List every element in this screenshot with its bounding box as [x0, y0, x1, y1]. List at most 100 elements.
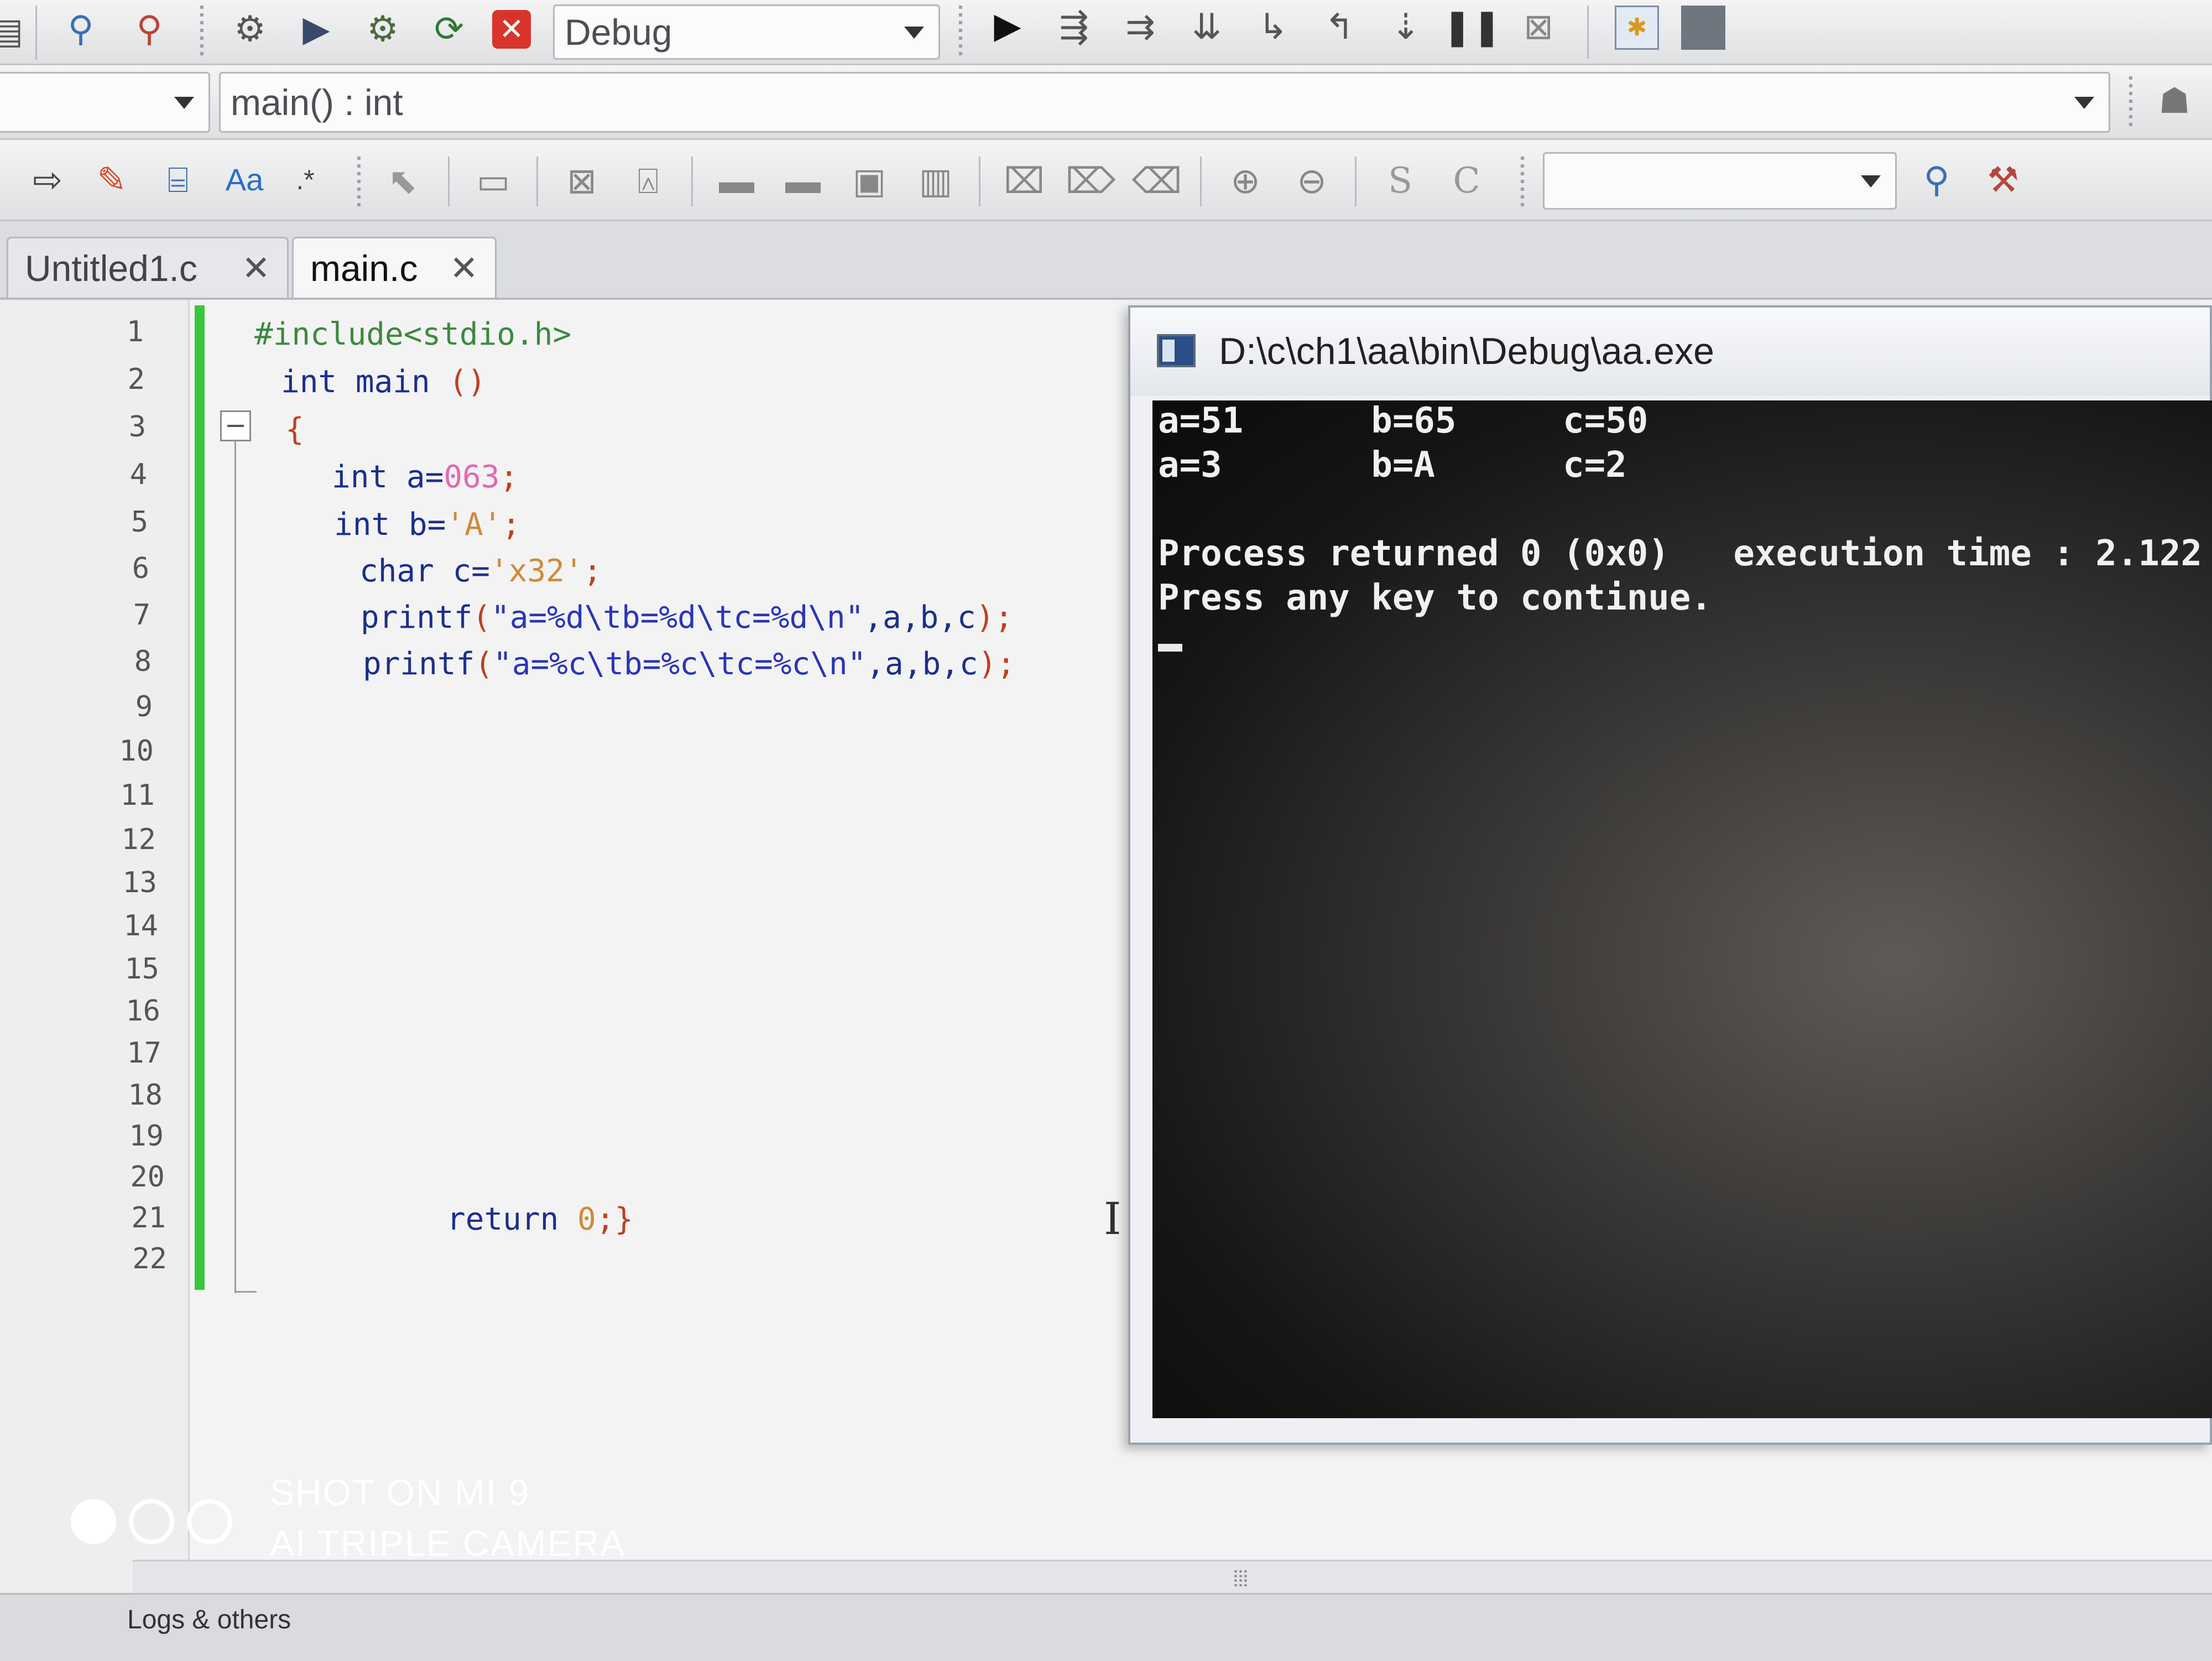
debug-windows-icon[interactable]: ✱ [1615, 6, 1659, 50]
code-token: ( [474, 646, 494, 682]
step-out-icon[interactable]: ↰ [1316, 3, 1363, 50]
code-token: 'A' [446, 507, 502, 543]
zoom-out-icon[interactable]: ⊖ [1288, 158, 1335, 204]
tab-main-c[interactable]: main.c ✕ [292, 237, 497, 298]
loop-block-icon[interactable]: ⍓ [625, 158, 671, 204]
line-number-gutter: 1 2 3 4 5 6 7 8 9 10 11 12 13 14 15 16 1… [0, 300, 190, 1594]
toolbar-editor: ⇨ ✎ ⌸ Aa .* ⬉ ▭ ⊠ ⍓ ▬ ▬ ▣ ▥ ⌧ ⌦ ⌫ ⊕ ⊖ S … [0, 140, 2212, 221]
line-number: 8 [134, 645, 152, 678]
toolbar-divider [979, 157, 980, 206]
for-block-icon[interactable]: ▣ [846, 158, 893, 204]
code-line-2: int main () [281, 364, 486, 400]
console-cursor [1158, 644, 1182, 652]
code-token: 'x32' [490, 553, 583, 589]
step-instruction-icon[interactable]: ⇣ [1383, 3, 1429, 50]
symbol-search-select[interactable] [1543, 152, 1897, 210]
code-token: ); [978, 646, 1016, 682]
horizontal-scrollbar[interactable]: ⦙⦙⦙ [133, 1560, 2212, 1595]
rebuild-icon[interactable]: ⟳ [426, 6, 472, 52]
match-case-icon[interactable]: Aa [221, 157, 268, 203]
camera-lens-icon [129, 1499, 174, 1544]
line-number: 9 [135, 690, 153, 723]
scope-select[interactable] [0, 72, 210, 133]
close-icon[interactable]: ✕ [450, 248, 478, 288]
build-target-select[interactable]: Debug [553, 4, 940, 60]
toolbar-divider [1200, 157, 1202, 206]
build-and-run-icon[interactable]: ⚙ [359, 6, 406, 52]
line-number: 16 [126, 994, 160, 1028]
settings-wrench-icon[interactable]: ⚒ [1980, 157, 2026, 203]
tab-untitled1[interactable]: Untitled1.c ✕ [7, 237, 289, 298]
return-block-icon[interactable]: ⌫ [1132, 158, 1182, 204]
find-icon[interactable]: ⚲ [1913, 157, 1960, 203]
function-select[interactable]: main() : int [219, 72, 2110, 133]
console-title-bar[interactable]: D:\c\ch1\aa\bin\Debug\aa.exe [1130, 308, 2210, 396]
select-pointer-icon[interactable]: ⬉ [379, 158, 426, 204]
various-info-icon[interactable] [1681, 6, 1725, 50]
pause-icon[interactable]: ❚❚ [1442, 3, 1501, 50]
code-token: 0 [559, 1201, 596, 1237]
do-while-block-icon[interactable]: ▬ [780, 158, 826, 204]
build-target-value: Debug [565, 12, 672, 53]
jump-arrow-icon[interactable]: ⇨ [24, 157, 71, 203]
code-line-5: int b='A'; [334, 507, 520, 543]
watermark-line-1: SHOT ON MI 9 [270, 1472, 530, 1513]
instruction-block-icon[interactable]: ⌧ [1001, 158, 1047, 204]
logs-tab[interactable]: Logs & others [127, 1605, 291, 1635]
console-title: D:\c\ch1\aa\bin\Debug\aa.exe [1219, 330, 1714, 372]
console-line: a=3 b=A c=2 [1158, 445, 1627, 486]
console-output[interactable]: a=51 b=65 c=50 a=3 b=A c=2 Process retur… [1152, 400, 2212, 1418]
text-cursor-icon: I [1104, 1193, 1121, 1245]
code-token: printf [361, 600, 473, 636]
console-line: a=51 b=65 c=50 [1158, 400, 1648, 441]
switch-block-icon[interactable]: ▥ [912, 158, 959, 204]
build-gear-icon[interactable]: ⚙ [227, 6, 273, 52]
console-line: Process returned 0 (0x0) execution time … [1158, 533, 2203, 574]
line-number: 17 [127, 1037, 161, 1070]
if-block-icon[interactable]: ⊠ [559, 158, 605, 204]
toggle-bookmark-icon[interactable]: ⌸ [155, 157, 201, 203]
code-token: ,a,b,c [864, 600, 976, 636]
fold-guide [234, 441, 236, 1293]
abort-icon[interactable]: ✕ [492, 10, 531, 49]
next-line-icon[interactable]: ⇉ [1117, 3, 1164, 50]
toolbar-main: ▤ ⚲ ⚲ ⚙ ▶ ⚙ ⟳ ✕ Debug ▶ ⇶ ⇉ ⇊ ↳ ↰ ⇣ ❚❚ ⊠… [0, 0, 2212, 65]
fold-toggle-icon[interactable] [220, 410, 251, 441]
line-number: 13 [122, 866, 157, 899]
zoom-in-icon[interactable]: ⊕ [1222, 158, 1269, 204]
file-icon[interactable]: ▤ [0, 8, 30, 54]
fold-guide-end [234, 1291, 257, 1293]
close-icon[interactable]: ✕ [242, 248, 270, 288]
scroll-grip-icon[interactable]: ⦙⦙⦙ [1233, 1567, 1248, 1592]
toolbar-grip [2129, 76, 2132, 129]
next-instruction-icon[interactable]: ⇊ [1183, 3, 1230, 50]
run-icon[interactable]: ▶ [293, 6, 340, 52]
line-number: 19 [129, 1120, 164, 1153]
camera-lens-icon [187, 1499, 232, 1544]
database-icon[interactable]: ☗ [2151, 77, 2198, 124]
replace-icon[interactable]: ⚲ [126, 6, 173, 52]
camera-lens-icon [71, 1499, 116, 1544]
nassi-s-icon[interactable]: S [1377, 158, 1423, 204]
block-icon[interactable]: ▭ [470, 158, 517, 204]
change-marker-bar [195, 305, 205, 1290]
code-line-1: #include<stdio.h> [254, 316, 572, 352]
break-block-icon[interactable]: ⌦ [1066, 158, 1116, 204]
regex-icon[interactable]: .* [282, 157, 328, 203]
debug-start-icon[interactable]: ▶ [984, 2, 1031, 49]
console-window[interactable]: D:\c\ch1\aa\bin\Debug\aa.exe a=51 b=65 c… [1128, 305, 2212, 1445]
toolbar-grip [357, 157, 361, 206]
while-block-icon[interactable]: ▬ [713, 158, 760, 204]
run-to-cursor-icon[interactable]: ⇶ [1051, 3, 1097, 50]
nassi-c-icon[interactable]: C [1443, 158, 1490, 204]
highlight-icon[interactable]: ✎ [88, 157, 135, 203]
logs-panel: Logs & others [0, 1593, 2212, 1661]
watermark-line-2: AI TRIPLE CAMERA [270, 1523, 626, 1564]
stop-debug-icon[interactable]: ⊠ [1515, 3, 1562, 50]
search-icon[interactable]: ⚲ [58, 6, 104, 52]
toolbar-divider [448, 157, 450, 206]
code-token: printf [363, 646, 475, 682]
line-number: 18 [128, 1079, 163, 1112]
line-number: 10 [119, 735, 154, 768]
step-into-icon[interactable]: ↳ [1250, 3, 1296, 50]
